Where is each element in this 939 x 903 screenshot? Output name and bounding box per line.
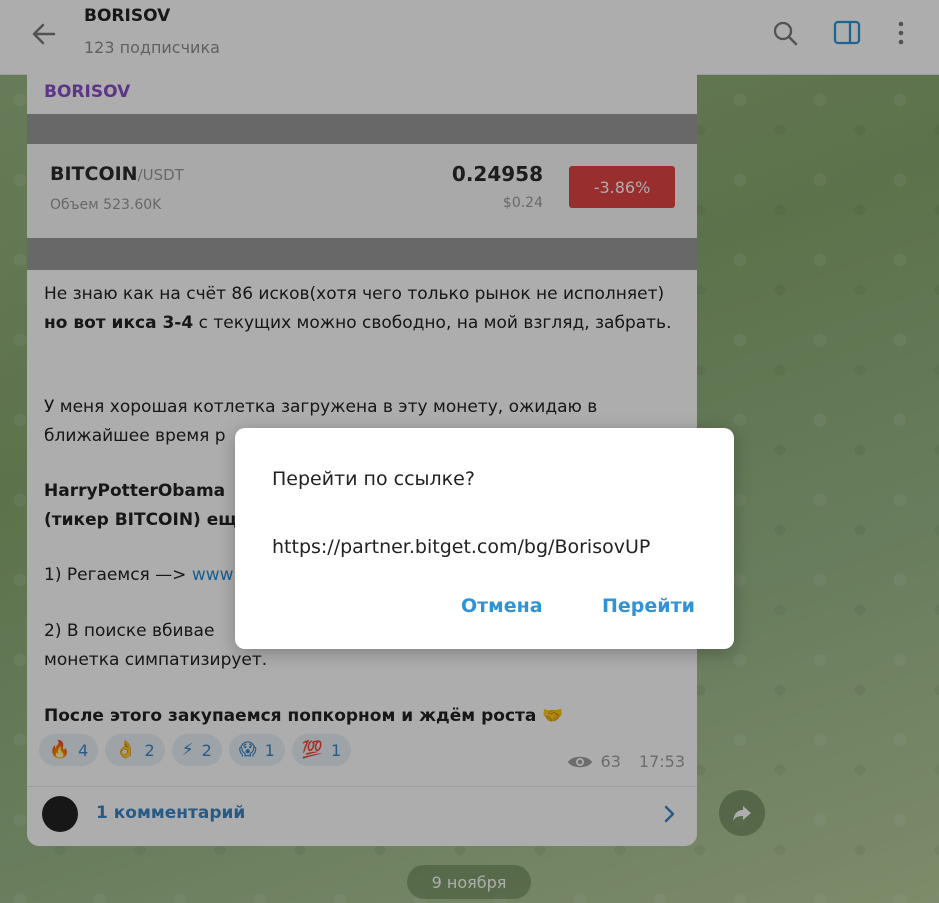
open-link-dialog: Перейти по ссылке? https://partner.bitge… bbox=[235, 428, 734, 649]
cancel-button[interactable]: Отмена bbox=[461, 595, 543, 617]
dialog-url: https://partner.bitget.com/bg/BorisovUP bbox=[272, 536, 651, 558]
open-link-button[interactable]: Перейти bbox=[602, 595, 695, 617]
dialog-title: Перейти по ссылке? bbox=[272, 468, 475, 490]
